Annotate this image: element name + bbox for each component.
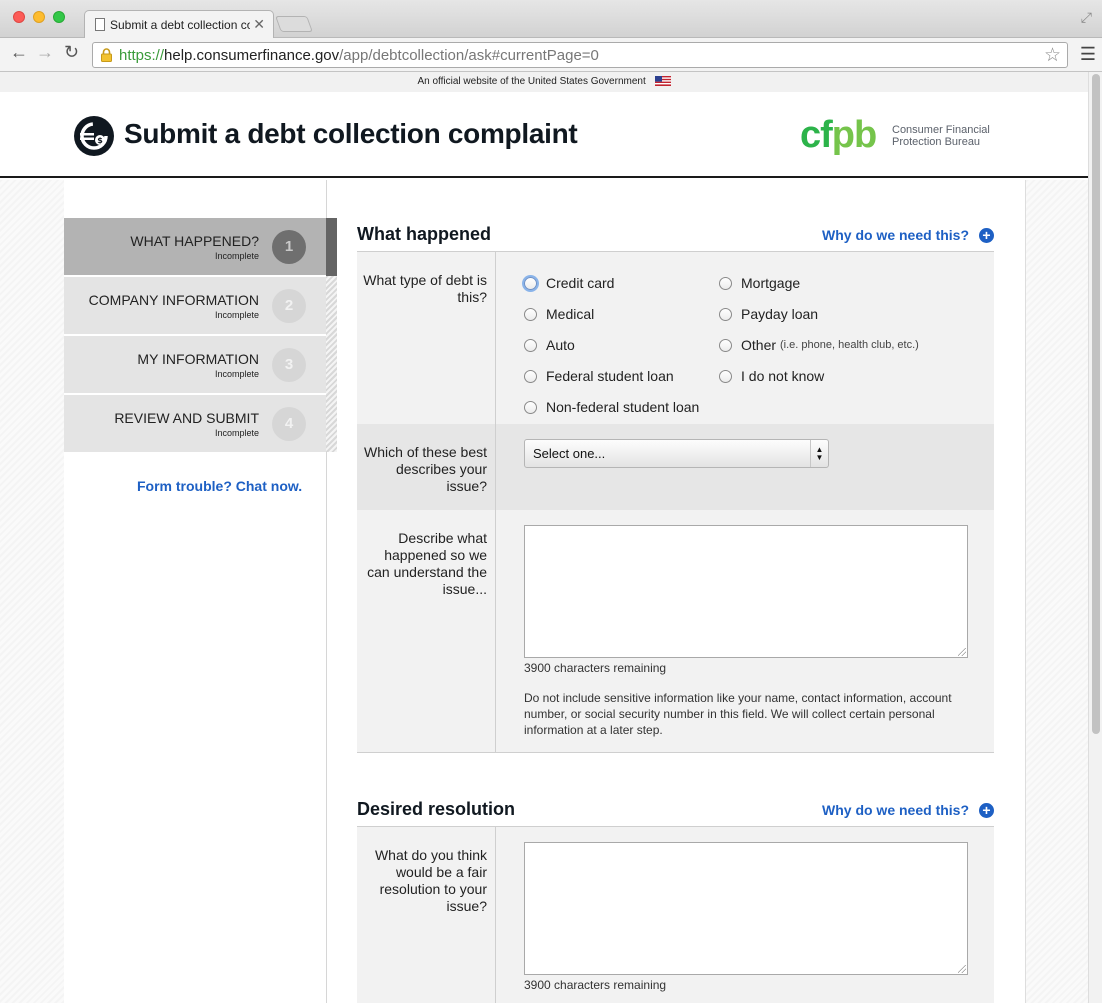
close-window-button[interactable] xyxy=(13,11,25,23)
step-status: Incomplete xyxy=(214,251,259,261)
fullscreen-icon[interactable]: ⤢ xyxy=(1081,9,1092,26)
resize-grip-icon[interactable] xyxy=(958,648,966,656)
tab-title: Submit a debt collection co xyxy=(110,18,250,32)
issue-label: Which of these best describes your issue… xyxy=(364,444,487,494)
minimize-window-button[interactable] xyxy=(33,11,45,23)
issue-select[interactable]: Select one... ▲ ▼ xyxy=(524,439,829,468)
reload-icon[interactable]: ↻ xyxy=(64,42,79,63)
step-number: 1 xyxy=(272,230,306,264)
step-review-and-submit[interactable]: REVIEW AND SUBMIT Incomplete 4 xyxy=(64,395,326,453)
issue-select-value: Select one... xyxy=(533,446,606,461)
step-number: 2 xyxy=(272,289,306,323)
select-arrows-icon: ▲ ▼ xyxy=(810,440,828,467)
chat-now-link[interactable]: Form trouble? Chat now. xyxy=(137,478,302,494)
plus-circle-icon[interactable]: + xyxy=(979,228,994,243)
cfpb-logo[interactable]: cfpb xyxy=(800,116,877,154)
page-header: $ Submit a debt collection complaint cfp… xyxy=(0,92,1088,178)
radio-other[interactable]: Other (i.e. phone, health club, etc.) xyxy=(719,337,919,353)
address-bar[interactable]: https://help.consumerfinance.gov/app/deb… xyxy=(92,42,1068,68)
step-status: Incomplete xyxy=(214,369,259,379)
issue-row: Which of these best describes your issue… xyxy=(357,424,994,510)
right-background xyxy=(1025,180,1088,1003)
row-label-cell: What do you think would be a fair resolu… xyxy=(357,827,496,1003)
lock-icon xyxy=(101,48,112,62)
why-do-we-need-this-link[interactable]: Why do we need this? xyxy=(822,802,969,818)
resolution-chars-remaining: 3900 characters remaining xyxy=(524,978,667,992)
gov-banner-text: An official website of the United States… xyxy=(417,76,646,87)
step-number: 4 xyxy=(272,407,306,441)
left-background xyxy=(0,180,64,1003)
row-label-cell: Describe what happened so we can underst… xyxy=(357,510,496,753)
browser-tab[interactable]: Submit a debt collection co ✕ xyxy=(84,10,274,39)
new-tab-button[interactable] xyxy=(275,16,313,32)
radio-i-do-not-know[interactable]: I do not know xyxy=(719,368,824,384)
why-do-we-need-this-link[interactable]: Why do we need this? xyxy=(822,227,969,243)
us-flag-icon xyxy=(654,76,671,87)
sensitive-info-disclaimer: Do not include sensitive information lik… xyxy=(524,691,952,737)
describe-textarea[interactable] xyxy=(524,525,968,658)
step-name: MY INFORMATION xyxy=(137,351,259,367)
resolution-row: What do you think would be a fair resolu… xyxy=(357,827,994,1003)
row-label-cell: Which of these best describes your issue… xyxy=(357,424,496,510)
svg-text:$: $ xyxy=(97,136,103,145)
forward-icon[interactable]: → xyxy=(36,42,54,63)
radio-circle[interactable] xyxy=(719,307,732,321)
tab-close-icon[interactable]: ✕ xyxy=(253,16,265,33)
radio-medical[interactable]: Medical xyxy=(524,306,594,322)
resize-grip-icon[interactable] xyxy=(958,965,966,973)
gov-banner: An official website of the United States… xyxy=(0,72,1088,92)
step-number: 3 xyxy=(272,348,306,382)
radio-circle[interactable] xyxy=(524,276,537,290)
plus-circle-icon[interactable]: + xyxy=(979,803,994,818)
radio-non-federal-student-loan[interactable]: Non-federal student loan xyxy=(524,399,699,415)
row-label-cell: What type of debt is this? xyxy=(357,252,496,424)
radio-circle[interactable] xyxy=(524,338,537,352)
radio-payday-loan[interactable]: Payday loan xyxy=(719,306,818,322)
radio-circle[interactable] xyxy=(719,369,732,383)
step-company-information[interactable]: COMPANY INFORMATION Incomplete 2 xyxy=(64,277,326,335)
describe-row: Describe what happened so we can underst… xyxy=(357,510,994,753)
step-my-information[interactable]: MY INFORMATION Incomplete 3 xyxy=(64,336,326,394)
back-icon[interactable]: ← xyxy=(10,42,28,63)
step-indicator-hatch xyxy=(326,276,337,452)
step-name: WHAT HAPPENED? xyxy=(130,233,259,249)
radio-circle[interactable] xyxy=(719,276,732,290)
step-name: REVIEW AND SUBMIT xyxy=(114,410,259,426)
scrollbar-thumb[interactable] xyxy=(1092,74,1100,734)
step-what-happened[interactable]: WHAT HAPPENED? Incomplete 1 xyxy=(64,218,326,276)
vertical-scrollbar[interactable] xyxy=(1088,72,1102,1003)
zoom-window-button[interactable] xyxy=(53,11,65,23)
hamburger-menu-icon[interactable]: ☰ xyxy=(1080,44,1096,65)
browser-tab-bar: Submit a debt collection co ✕ ⤢ xyxy=(0,0,1102,39)
other-hint: (i.e. phone, health club, etc.) xyxy=(780,339,919,351)
describe-chars-remaining: 3900 characters remaining xyxy=(524,661,667,675)
debt-type-row: What type of debt is this? Credit card M… xyxy=(357,252,994,424)
radio-federal-student-loan[interactable]: Federal student loan xyxy=(524,368,674,384)
radio-circle[interactable] xyxy=(524,400,537,414)
radio-circle[interactable] xyxy=(524,369,537,383)
browser-toolbar: ← → ↻ https://help.consumerfinance.gov/a… xyxy=(0,38,1102,72)
radio-credit-card[interactable]: Credit card xyxy=(524,275,614,291)
step-status: Incomplete xyxy=(214,310,259,320)
debt-collection-icon: $ xyxy=(74,116,114,156)
resolution-textarea[interactable] xyxy=(524,842,968,975)
document-icon xyxy=(95,18,105,31)
debt-type-label: What type of debt is this? xyxy=(363,272,487,305)
active-step-indicator xyxy=(326,218,337,276)
bookmark-star-icon[interactable]: ☆ xyxy=(1044,44,1061,67)
radio-circle[interactable] xyxy=(524,307,537,321)
row-bottom-rule xyxy=(357,752,994,753)
step-status: Incomplete xyxy=(214,428,259,438)
radio-auto[interactable]: Auto xyxy=(524,337,575,353)
resolution-label: What do you think would be a fair resolu… xyxy=(374,847,487,914)
radio-circle[interactable] xyxy=(719,338,732,352)
desired-resolution-title: Desired resolution xyxy=(357,799,516,819)
cfpb-tagline: Consumer Financial Protection Bureau xyxy=(892,124,990,148)
what-happened-title: What happened xyxy=(357,224,491,244)
describe-label: Describe what happened so we can underst… xyxy=(367,530,487,597)
url-text: https://help.consumerfinance.gov/app/deb… xyxy=(119,47,599,64)
step-name: COMPANY INFORMATION xyxy=(88,292,259,308)
page-title: Submit a debt collection complaint xyxy=(124,118,578,149)
radio-mortgage[interactable]: Mortgage xyxy=(719,275,800,291)
